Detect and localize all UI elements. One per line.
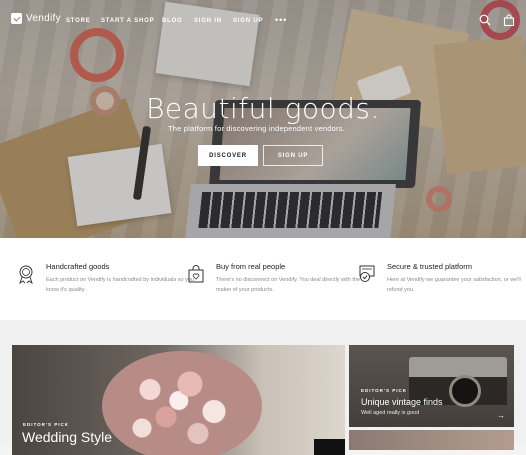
card-eyebrow: EDITOR'S PICK bbox=[361, 388, 407, 393]
card-title: Unique vintage finds bbox=[361, 397, 443, 407]
bag-icon[interactable] bbox=[503, 14, 515, 26]
bouquet-image bbox=[102, 351, 262, 455]
hero-subtitle: The platform for discovering independent… bbox=[168, 124, 345, 133]
card-vintage-finds[interactable]: EDITOR'S PICK Unique vintage finds Well … bbox=[349, 345, 514, 427]
feature-title: Buy from real people bbox=[216, 262, 286, 271]
card-wedding-style[interactable]: EDITOR'S PICK Wedding Style bbox=[12, 345, 345, 455]
discover-button[interactable]: DISCOVER bbox=[198, 145, 258, 166]
card-title: Wedding Style bbox=[22, 429, 113, 445]
nav-link-start-a-shop[interactable]: START A SHOP bbox=[101, 18, 154, 24]
top-nav: Vendify STORE START A SHOP BLOG SIGN IN … bbox=[0, 0, 526, 40]
nav-link-sign-up[interactable]: SIGN UP bbox=[233, 18, 263, 24]
feature-description: Here at Vendify we guarantee your satisf… bbox=[387, 277, 521, 293]
feature-title: Handcrafted goods bbox=[46, 262, 110, 271]
card-action-button[interactable] bbox=[314, 439, 345, 455]
more-menu-icon[interactable]: ••• bbox=[275, 15, 287, 25]
features-section: Handcrafted goods Each product on Vendif… bbox=[0, 238, 526, 320]
feature-description: Each product on Vendify is handcrafted b… bbox=[46, 277, 194, 293]
shopping-bag-heart-icon bbox=[188, 265, 204, 283]
feature-description: There's no disconnect on Vendify. You de… bbox=[216, 277, 361, 293]
search-icon[interactable] bbox=[479, 14, 491, 26]
nav-link-blog[interactable]: BLOG bbox=[162, 18, 183, 24]
logo-text: Vendify bbox=[26, 13, 61, 24]
editors-picks-section: EDITOR'S PICK Wedding Style EDITOR'S PIC… bbox=[0, 320, 526, 455]
nav-link-sign-in[interactable]: SIGN IN bbox=[194, 18, 222, 24]
hero-signup-button[interactable]: SIGN UP bbox=[263, 145, 323, 166]
card-next-pick[interactable] bbox=[349, 430, 514, 450]
ribbon-medal-icon bbox=[19, 265, 33, 284]
card-eyebrow: EDITOR'S PICK bbox=[23, 422, 69, 427]
nav-link-store[interactable]: STORE bbox=[66, 18, 91, 24]
hero-title: Beautiful goods. bbox=[146, 92, 380, 125]
arrow-right-icon[interactable]: → bbox=[497, 411, 505, 420]
card-description: Well aged really is good bbox=[361, 410, 420, 416]
secure-badge-icon bbox=[359, 265, 375, 282]
feature-title: Secure & trusted platform bbox=[387, 262, 473, 271]
logo-icon bbox=[11, 13, 22, 24]
logo[interactable]: Vendify bbox=[11, 13, 61, 24]
